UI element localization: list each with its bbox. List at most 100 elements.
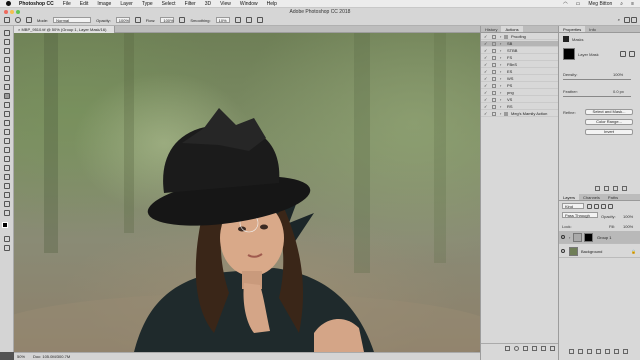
smoothing-settings-icon[interactable]: [234, 17, 241, 23]
crop-tool-icon[interactable]: [4, 66, 10, 72]
type-tool-icon[interactable]: [4, 165, 10, 171]
expand-arrow-icon[interactable]: ›: [500, 41, 501, 47]
tab-history[interactable]: History: [481, 26, 501, 32]
feather-slider[interactable]: [563, 96, 631, 97]
fill-value[interactable]: 100%: [623, 224, 633, 229]
layers-opacity-value[interactable]: 100%: [623, 214, 633, 219]
symmetry-icon[interactable]: [256, 17, 263, 23]
action-row[interactable]: ✓ › Proofing: [481, 34, 559, 40]
search-icon[interactable]: ⌕: [618, 17, 620, 22]
move-tool-icon[interactable]: [4, 30, 10, 36]
brush-settings-icon[interactable]: [26, 17, 32, 23]
expand-arrow-icon[interactable]: ›: [500, 55, 501, 61]
visibility-eye-icon[interactable]: [561, 249, 565, 253]
pen-tool-icon[interactable]: [4, 156, 10, 162]
checkmark-icon[interactable]: ✓: [484, 35, 488, 39]
path-select-tool-icon[interactable]: [4, 174, 10, 180]
fx-icon[interactable]: [578, 349, 583, 354]
checkmark-icon[interactable]: ✓: [484, 112, 488, 116]
expand-arrow-icon[interactable]: ›: [569, 235, 570, 240]
menu-filter[interactable]: Filter: [185, 1, 196, 7]
battery-icon[interactable]: ▭: [576, 1, 581, 7]
layer-row-group[interactable]: › Group 1: [559, 231, 640, 244]
menu-view[interactable]: View: [220, 1, 231, 7]
apply-mask-icon[interactable]: [604, 186, 609, 191]
tab-properties[interactable]: Properties: [559, 26, 586, 32]
more-tools-icon[interactable]: [4, 210, 10, 216]
dialog-toggle-icon[interactable]: [492, 84, 496, 88]
dodge-tool-icon[interactable]: [4, 147, 10, 153]
dialog-toggle-icon[interactable]: [492, 112, 496, 116]
layer-filter-select[interactable]: Kind: [562, 203, 584, 209]
feather-value[interactable]: 0.0 px: [613, 89, 624, 94]
shape-tool-icon[interactable]: [4, 183, 10, 189]
workspace-icon[interactable]: [624, 17, 630, 23]
expand-arrow-icon[interactable]: ›: [500, 90, 501, 96]
pressure-opacity-icon[interactable]: [134, 17, 141, 23]
quick-select-tool-icon[interactable]: [4, 57, 10, 63]
eraser-tool-icon[interactable]: [4, 120, 10, 126]
action-row[interactable]: ✓ › RS: [481, 104, 559, 110]
checkmark-icon[interactable]: ✓: [484, 63, 488, 67]
new-set-icon[interactable]: [532, 345, 537, 351]
action-row[interactable]: ✓ › png: [481, 90, 559, 96]
tab-layers[interactable]: Layers: [559, 194, 580, 200]
expand-arrow-icon[interactable]: ›: [500, 76, 501, 82]
menu-type[interactable]: Type: [142, 1, 153, 7]
expand-arrow-icon[interactable]: ›: [500, 62, 501, 68]
brush-size-icon[interactable]: [15, 17, 21, 23]
expand-arrow-icon[interactable]: ›: [500, 104, 501, 110]
adjustment-layer-icon[interactable]: [596, 349, 601, 354]
menu-file[interactable]: File: [63, 1, 71, 7]
menu-image[interactable]: Image: [97, 1, 111, 7]
action-row[interactable]: ✓ › FBnS: [481, 62, 559, 68]
menu-app-name[interactable]: Photoshop CC: [19, 1, 54, 7]
tab-info[interactable]: Info: [585, 26, 600, 32]
dialog-toggle-icon[interactable]: [492, 98, 496, 102]
blend-mode-select[interactable]: Pass Through: [562, 212, 598, 218]
checkmark-icon[interactable]: ✓: [484, 91, 488, 95]
checkmark-icon[interactable]: ✓: [484, 70, 488, 74]
play-icon[interactable]: [523, 345, 528, 351]
menu-help[interactable]: Help: [267, 1, 277, 7]
screen-mode-icon[interactable]: [4, 245, 10, 251]
filter-pixel-icon[interactable]: [587, 204, 592, 209]
mode-select[interactable]: Normal: [53, 17, 92, 23]
filter-adjustment-icon[interactable]: [594, 204, 599, 209]
action-row[interactable]: ✓ › PS: [481, 83, 559, 89]
layer-name[interactable]: Background: [581, 249, 602, 254]
menu-edit[interactable]: Edit: [80, 1, 89, 7]
zoom-level[interactable]: 50%: [17, 354, 25, 359]
brush-preset-icon[interactable]: [4, 17, 10, 23]
eyedropper-tool-icon[interactable]: [4, 75, 10, 81]
action-row[interactable]: ✓ › VS: [481, 97, 559, 103]
clone-stamp-tool-icon[interactable]: [4, 102, 10, 108]
quick-mask-icon[interactable]: [4, 236, 10, 242]
share-icon[interactable]: [631, 17, 637, 23]
checkmark-icon[interactable]: ✓: [484, 42, 488, 46]
dialog-toggle-icon[interactable]: [492, 91, 496, 95]
foreground-color-swatch[interactable]: [2, 222, 8, 228]
pixel-mask-icon[interactable]: [620, 51, 626, 57]
action-row[interactable]: ✓ › ES: [481, 69, 559, 75]
smoothing-field[interactable]: 10%: [215, 17, 230, 23]
expand-arrow-icon[interactable]: ›: [500, 83, 501, 89]
checkmark-icon[interactable]: ✓: [484, 84, 488, 88]
layer-mask-thumbnail[interactable]: [584, 233, 593, 242]
opacity-field[interactable]: 100%: [115, 17, 130, 23]
marquee-tool-icon[interactable]: [4, 39, 10, 45]
dialog-toggle-icon[interactable]: [492, 35, 496, 39]
link-layers-icon[interactable]: [569, 349, 574, 354]
action-row[interactable]: ✓ › WS: [481, 76, 559, 82]
disable-mask-icon[interactable]: [613, 186, 618, 191]
dialog-toggle-icon[interactable]: [492, 42, 496, 46]
layer-name[interactable]: Group 1: [597, 235, 611, 240]
expand-arrow-icon[interactable]: ›: [500, 48, 501, 54]
checkmark-icon[interactable]: ✓: [484, 77, 488, 81]
hand-tool-icon[interactable]: [4, 192, 10, 198]
expand-arrow-icon[interactable]: ›: [500, 111, 501, 117]
stop-icon[interactable]: [505, 345, 510, 351]
user-name[interactable]: Meg Bitton: [588, 1, 612, 7]
vector-mask-icon[interactable]: [629, 51, 635, 57]
blur-tool-icon[interactable]: [4, 138, 10, 144]
